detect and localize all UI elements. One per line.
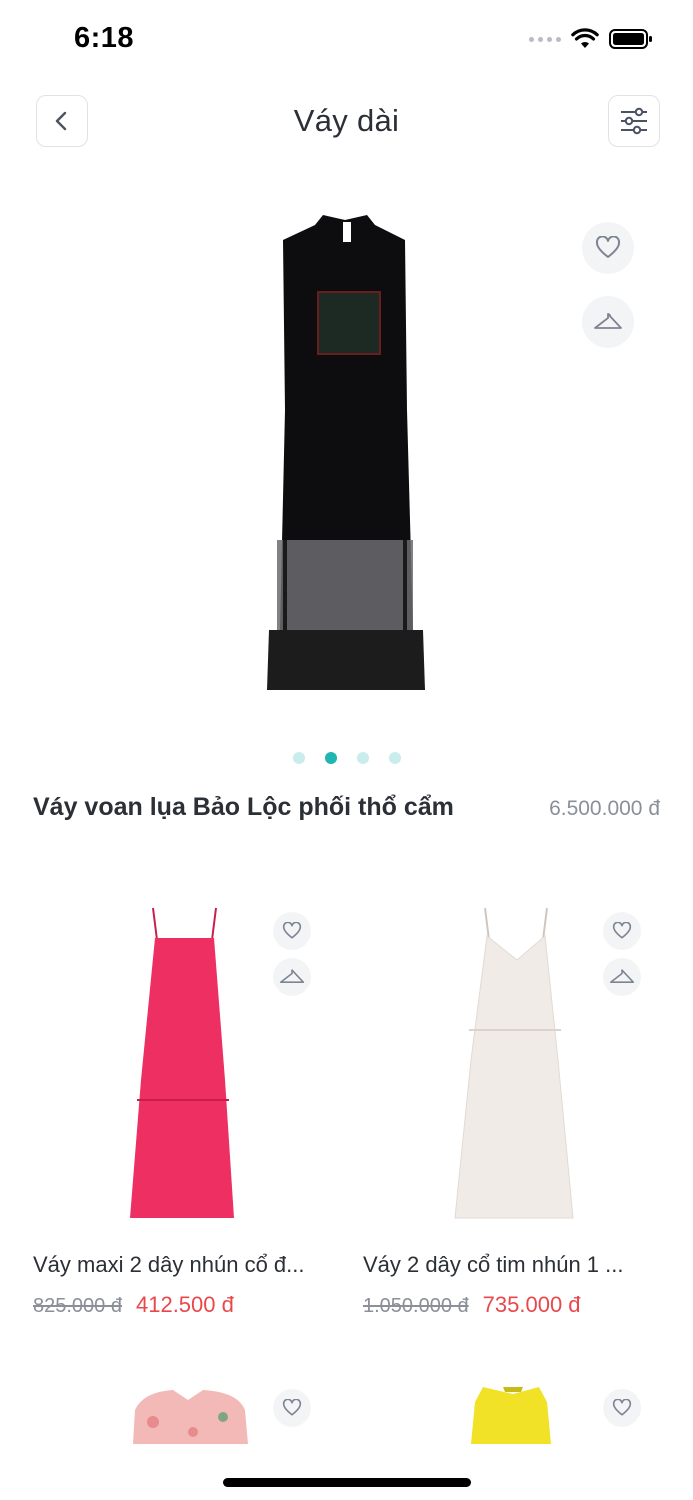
featured-product-price: 6.500.000 đ xyxy=(549,797,660,820)
product-card[interactable] xyxy=(363,1382,663,1444)
heart-icon xyxy=(612,922,632,939)
favorite-button[interactable] xyxy=(273,1389,311,1427)
cellular-signal-icon xyxy=(529,36,561,42)
hanger-icon xyxy=(279,969,305,983)
product-card[interactable] xyxy=(33,1382,333,1444)
favorite-button[interactable] xyxy=(603,912,641,950)
try-on-button[interactable] xyxy=(273,958,311,996)
product-price: 1.050.000 đ 735.000 đ xyxy=(363,1292,581,1318)
original-price: 825.000 đ xyxy=(33,1295,122,1317)
sale-price: 412.500 đ xyxy=(135,1292,234,1317)
battery-icon xyxy=(609,29,652,49)
hanger-icon xyxy=(609,969,635,983)
heart-icon xyxy=(282,1399,302,1416)
carousel-dot-active[interactable] xyxy=(324,752,337,764)
product-name: Váy maxi 2 dây nhún cổ đ... xyxy=(33,1252,305,1277)
heart-icon xyxy=(282,922,302,939)
status-time: 6:18 xyxy=(74,22,135,54)
product-image[interactable] xyxy=(33,900,333,1230)
carousel-dot[interactable] xyxy=(356,752,369,764)
page-title: Váy dài xyxy=(293,103,400,138)
product-price: 825.000 đ 412.500 đ xyxy=(33,1292,234,1318)
favorite-button[interactable] xyxy=(582,222,634,274)
featured-product-name[interactable]: Váy voan lụa Bảo Lộc phối thổ cẩm xyxy=(33,793,454,822)
favorite-button[interactable] xyxy=(603,1389,641,1427)
carousel-dot[interactable] xyxy=(388,752,401,764)
heart-icon xyxy=(612,1399,632,1416)
hanger-icon xyxy=(594,313,622,329)
product-image[interactable] xyxy=(363,900,663,1230)
wifi-icon xyxy=(571,28,599,48)
product-card[interactable]: Váy 2 dây cổ tim nhún 1 ... 1.050.000 đ … xyxy=(363,900,663,1330)
filter-button[interactable] xyxy=(608,95,660,147)
product-card[interactable]: Váy maxi 2 dây nhún cổ đ... 825.000 đ 41… xyxy=(33,900,333,1330)
sale-price: 735.000 đ xyxy=(482,1292,581,1317)
status-bar: 6:18 xyxy=(0,0,693,80)
heart-icon xyxy=(595,236,621,258)
header: Váy dài xyxy=(0,95,693,149)
status-icons xyxy=(529,28,653,50)
carousel-dot[interactable] xyxy=(292,752,305,764)
favorite-button[interactable] xyxy=(273,912,311,950)
original-price: 1.050.000 đ xyxy=(363,1295,469,1317)
featured-product[interactable] xyxy=(0,190,693,750)
try-on-button[interactable] xyxy=(603,958,641,996)
product-name: Váy 2 dây cổ tim nhún 1 ... xyxy=(363,1252,624,1277)
try-on-button[interactable] xyxy=(582,296,634,348)
carousel-indicator xyxy=(0,752,693,764)
product-image[interactable] xyxy=(255,210,435,710)
home-indicator[interactable] xyxy=(223,1478,471,1487)
sliders-icon xyxy=(621,107,647,135)
